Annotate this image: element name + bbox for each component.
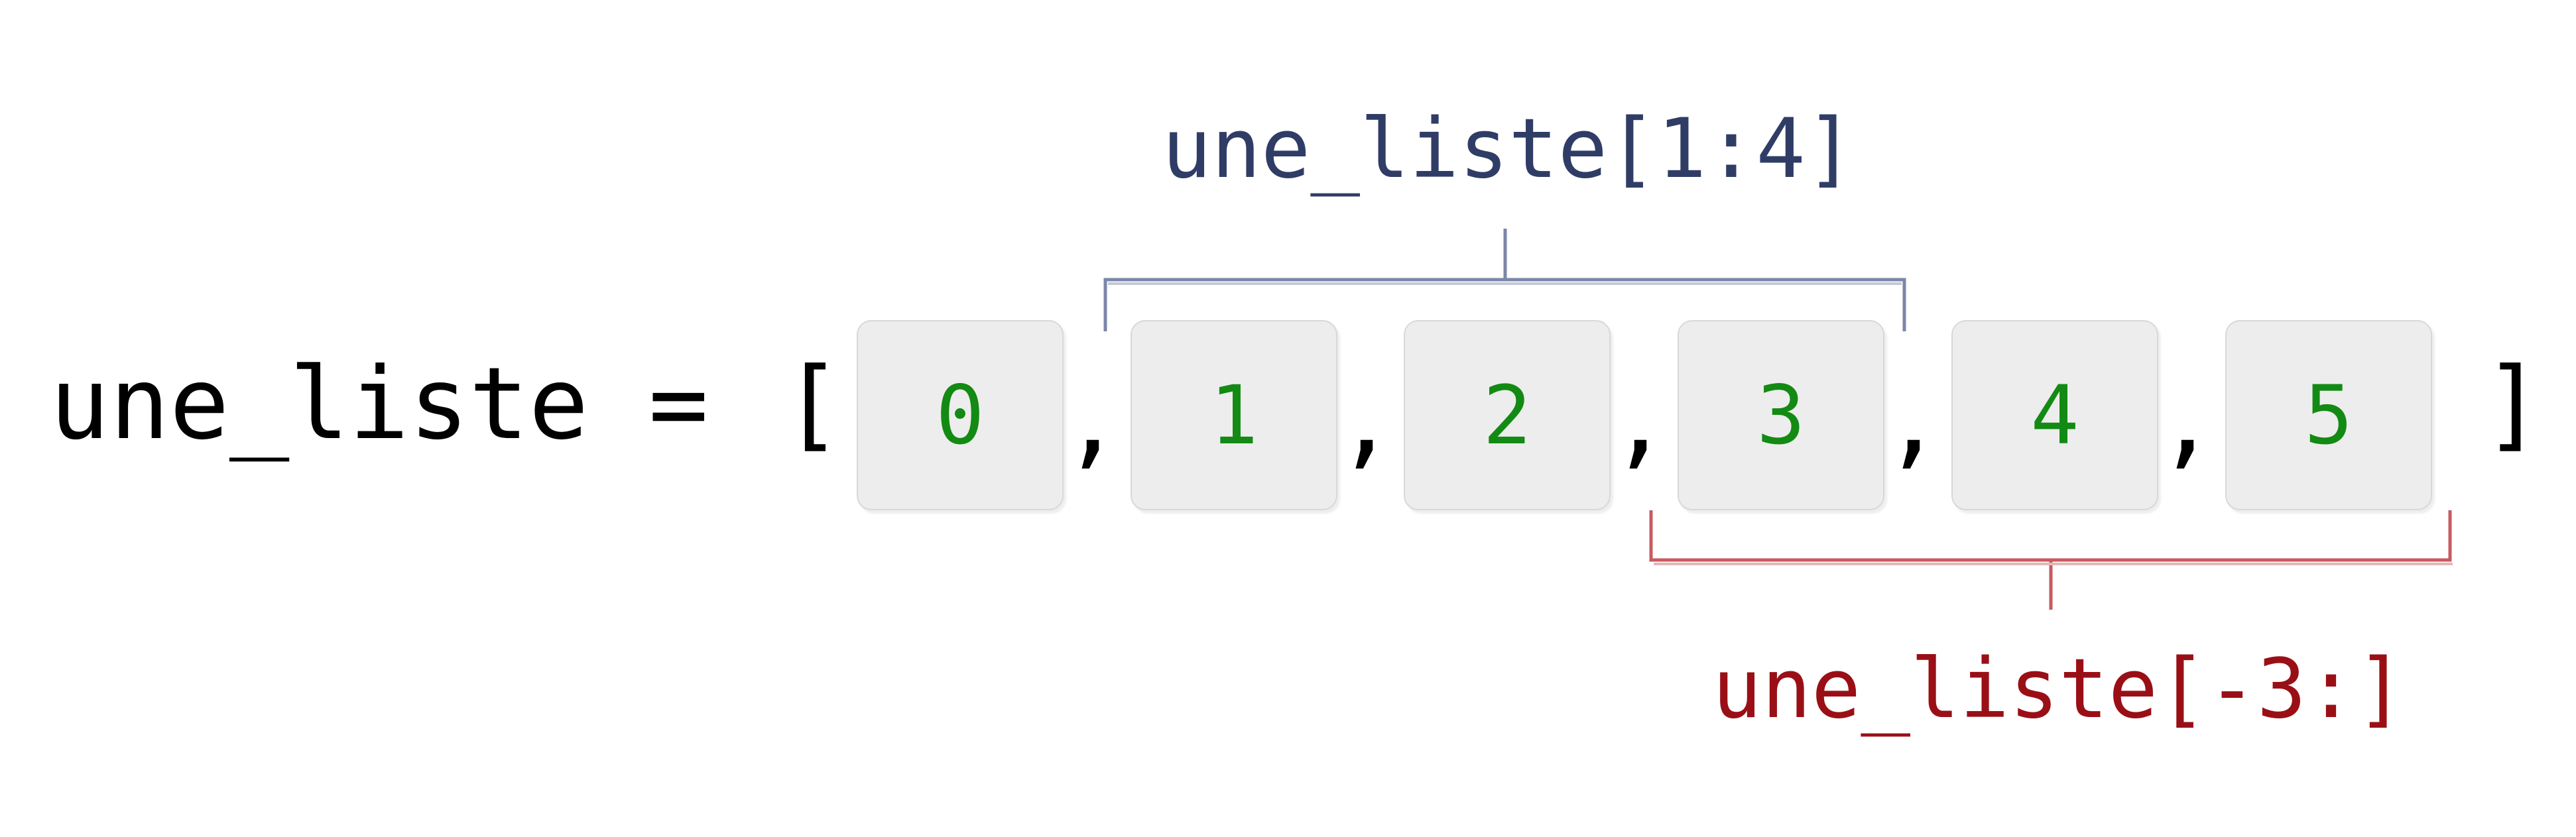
slice-label-bottom: une_liste[-3:] (1712, 642, 2406, 737)
list-slicing-diagram: une_liste = [ 0 , 1 , 2 , 3 , 4 , 5 ] un… (0, 0, 2576, 837)
slice-bracket-top (1103, 229, 1906, 331)
slice-bracket-bottom (1649, 510, 2452, 610)
slice-label-top: une_liste[1:4] (1162, 101, 1855, 197)
